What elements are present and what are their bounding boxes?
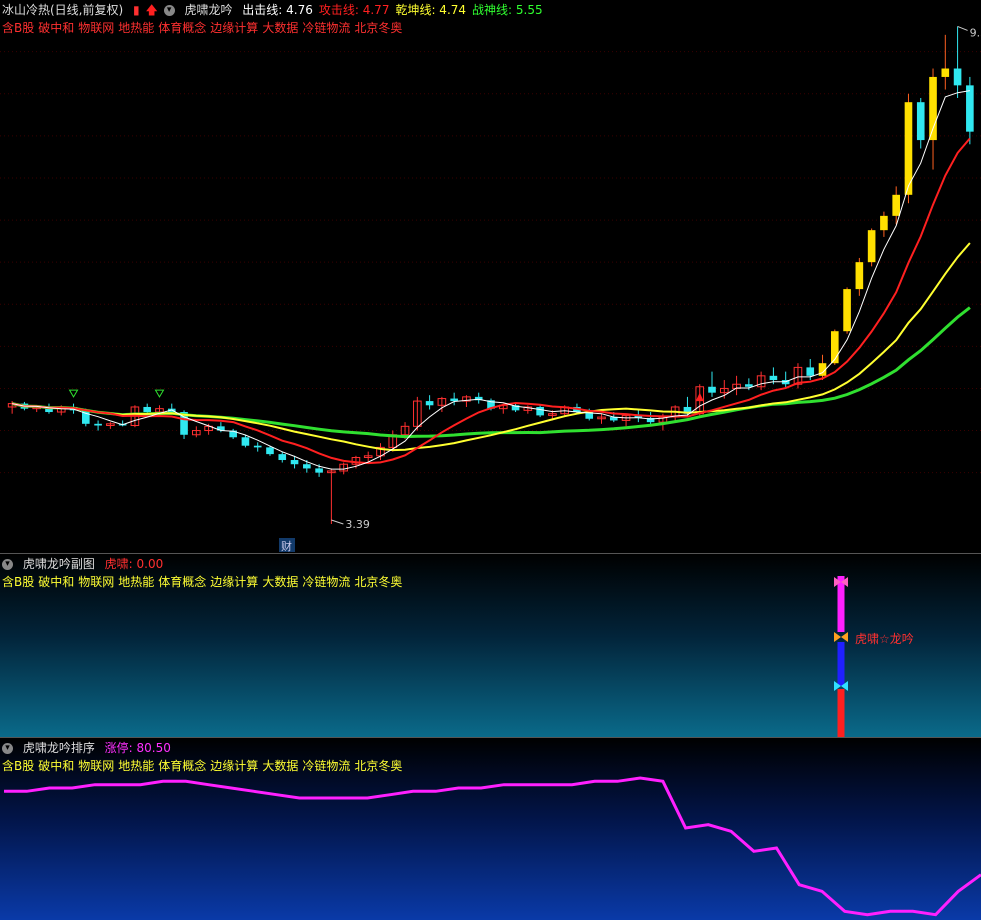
concept-tag[interactable]: 北京冬奥 [354,21,402,35]
concept-tag[interactable]: 边缘计算 [210,575,258,589]
candle-body [253,445,262,448]
sub1-header: ▾ 虎啸龙吟副图 虎啸: 0.00 [2,556,169,572]
sub1-title: 虎啸龙吟副图 [22,557,95,571]
candle-body [266,447,274,455]
min-pointer [331,519,344,525]
concept-tag[interactable]: 破中和 [38,575,74,589]
chevron-down-icon[interactable]: ▾ [2,559,13,570]
indicator-line-label-0: 出击线: 4.76 [242,3,313,17]
candle-body [880,215,888,231]
candle-body [143,406,152,413]
candle-body [953,68,962,86]
main-title: 冰山冷热(日线,前复权) [2,3,124,17]
indicator-values: 出击线: 4.76 攻击线: 4.77 乾坤线: 4.74 战神线: 5.55 [242,3,548,17]
qiankun-line [11,242,971,452]
indicator-line-label-3: 战神线: 5.55 [472,3,543,17]
concept-tag[interactable]: 破中和 [38,759,74,773]
chevron-down-icon[interactable]: ▾ [2,743,13,754]
concept-tags: 含B股 破中和 物联网 地热能 体育概念 边缘计算 大数据 冷链物流 北京冬奥 [2,758,406,774]
concept-tag[interactable]: 边缘计算 [210,21,258,35]
concept-tag[interactable]: 体育概念 [158,759,206,773]
ranking-series-line [4,776,981,917]
buy-arrow-icon [68,389,79,398]
concept-tag[interactable]: 物联网 [78,21,114,35]
concept-tag[interactable]: 体育概念 [158,21,206,35]
main-header: 冰山冷热(日线,前复权) ▮ 🡅 ▾ 虎啸龙吟 出击线: 4.76 攻击线: 4.… [2,2,555,18]
candle-body [806,367,815,376]
concept-tag[interactable]: 地热能 [118,759,154,773]
max-pointer [957,25,968,31]
concept-tag[interactable]: 体育概念 [158,575,206,589]
candle-body [745,384,753,387]
concept-tag[interactable]: 破中和 [38,21,74,35]
candle-body [315,468,323,473]
candle-body [290,460,299,465]
concept-tag[interactable]: 北京冬奥 [354,575,402,589]
candle-body [278,454,287,461]
up-arrow-icon[interactable]: 🡅 [145,3,157,17]
concept-tag[interactable]: 大数据 [262,575,298,589]
concept-tag[interactable]: 大数据 [262,21,298,35]
sub2-value: 涨停: 80.50 [104,741,171,755]
concept-tags: 含B股 破中和 物联网 地热能 体育概念 边缘计算 大数据 冷链物流 北京冬奥 [2,574,406,590]
candle-body [708,386,716,393]
chevron-down-icon[interactable]: ▾ [163,5,175,16]
candle-body [303,464,311,469]
sub-chart-2-panel[interactable]: ▾ 虎啸龙吟排序 涨停: 80.50 含B股 破中和 物联网 地热能 体育概念 边缘计算大… [0,738,981,920]
finance-badge-label: 财 [281,539,292,553]
concept-tag[interactable]: 冷链物流 [302,759,350,773]
sub1-value: 虎啸: 0.00 [104,557,164,571]
concept-tag[interactable]: 冷链物流 [302,575,350,589]
sub2-title: 虎啸龙吟排序 [22,741,95,755]
candle-body [830,331,839,364]
indicator-name: 虎啸龙吟 [184,3,233,17]
candle-body [769,375,778,381]
candle-body [892,194,900,216]
candle-body [867,230,876,263]
candle-body [843,289,851,332]
candle-body [929,76,937,141]
concept-tag[interactable]: 物联网 [78,575,114,589]
main-chart-panel[interactable]: 9.3 3.39 财 冰山冷热(日线,前复权) ▮ 🡅 ▾ 虎啸龙吟 出击线: 4.… [0,0,981,553]
candle-body [941,68,950,77]
concept-tag[interactable]: 含B股 [2,21,34,35]
lock-icon[interactable]: ▮ [133,3,140,17]
signal-bar-segment [837,576,845,632]
buy-arrow-icon [154,389,165,398]
butterfly-icon [834,632,848,642]
concept-tag[interactable]: 大数据 [262,759,298,773]
candlestick-chart[interactable]: 9.3 3.39 财 [0,0,981,553]
candle-body [536,406,544,416]
candle-body [241,437,250,446]
candle-body [425,401,434,406]
concept-tag[interactable]: 含B股 [2,759,34,773]
concept-tag[interactable]: 冷链物流 [302,21,350,35]
concept-tag[interactable]: 物联网 [78,759,114,773]
signal-bar-segment [837,642,845,686]
sub2-header: ▾ 虎啸龙吟排序 涨停: 80.50 [2,740,177,756]
candle-body [94,423,102,426]
sub-chart-1-panel[interactable]: ▾ 虎啸龙吟副图 虎啸: 0.00 含B股 破中和 物联网 地热能 体育概念 边缘计算 大数… [0,554,981,737]
concept-tag[interactable]: 边缘计算 [210,759,258,773]
concept-tag[interactable]: 地热能 [118,21,154,35]
candle-body [855,262,864,290]
indicator-line-label-2: 乾坤线: 4.74 [395,3,467,17]
max-price-label: 9.3 [970,26,981,39]
candle-body [450,398,458,402]
concept-tags: 含B股 破中和 物联网 地热能 体育概念 边缘计算 大数据 冷链物流 北京冬奥 [2,20,406,36]
indicator-line-label-1: 攻击线: 4.77 [318,3,390,17]
signal-text: 虎啸☆龙吟 [855,632,914,646]
concept-tag[interactable]: 地热能 [118,575,154,589]
concept-tag[interactable]: 北京冬奥 [354,759,402,773]
min-price-label: 3.39 [345,518,370,531]
concept-tag[interactable]: 含B股 [2,575,34,589]
signal-bar-segment [837,689,845,737]
candle-body [916,102,925,141]
candle-body [966,85,974,132]
up-arrow-icon [695,392,704,402]
